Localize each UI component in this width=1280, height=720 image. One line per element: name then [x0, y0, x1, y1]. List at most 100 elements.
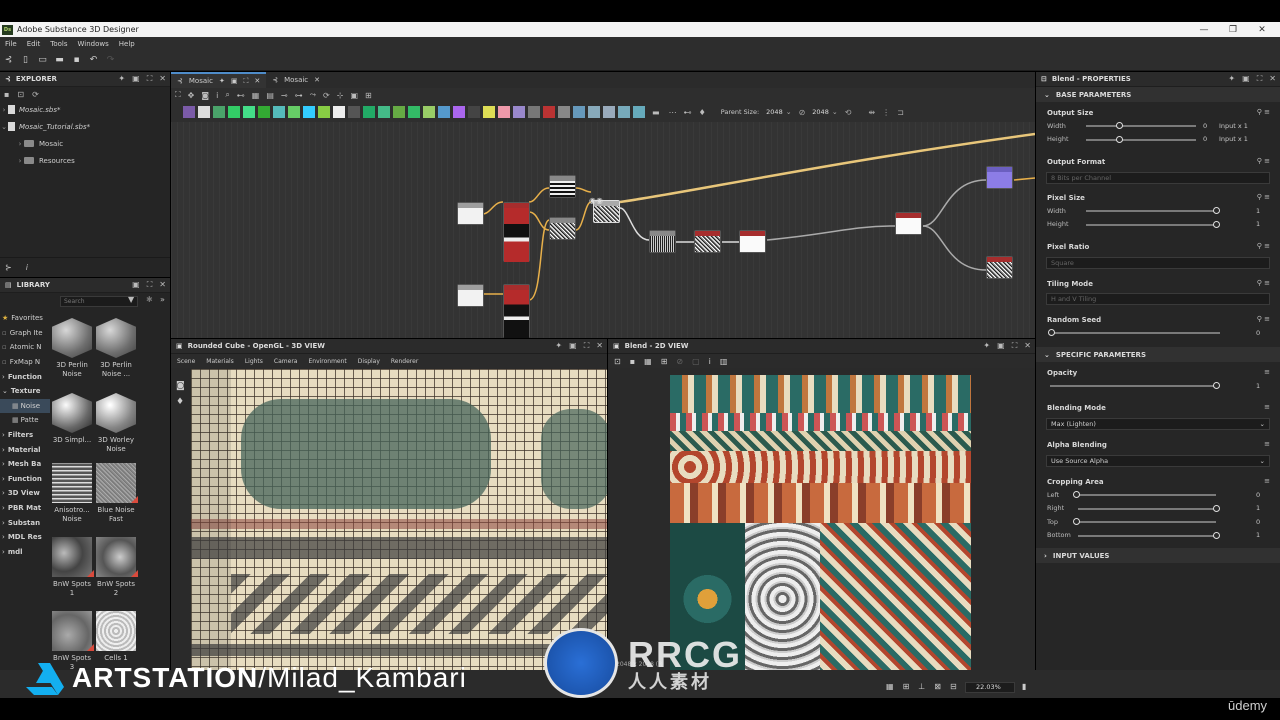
opacity-value[interactable]: 1 [1256, 382, 1260, 390]
close-icon[interactable]: ✕ [254, 77, 260, 85]
graph-node-noise-1[interactable] [549, 175, 576, 198]
bitmap-icon[interactable] [603, 106, 615, 118]
tab-mosaic-graph[interactable]: ⊰ Mosaic ✦ ▣ ⛶ ✕ [171, 72, 267, 88]
close-icon[interactable]: ✕ [314, 76, 320, 84]
levels-icon[interactable] [288, 106, 300, 118]
output-size-dropdown[interactable]: 2048 [812, 108, 829, 116]
menu-materials[interactable]: Materials [206, 358, 234, 365]
tile-icon[interactable] [348, 106, 360, 118]
uniform-color-icon[interactable] [198, 106, 210, 118]
crop-top-value[interactable]: 0 [1256, 518, 1260, 526]
pixel-width-knob[interactable] [1213, 207, 1220, 214]
channel-icon[interactable] [528, 106, 540, 118]
category-function-nodes[interactable]: › Function [0, 369, 50, 384]
camera-icon[interactable]: ◙ [176, 381, 191, 391]
category-patterns[interactable]: ▦ Patte [0, 413, 50, 428]
fit-icon[interactable]: ⊡ [614, 357, 621, 366]
mask-icon[interactable] [438, 106, 450, 118]
random-seed-value[interactable]: 0 [1256, 329, 1260, 337]
menu-lights[interactable]: Lights [245, 358, 263, 365]
snap-icon[interactable]: ⊹ [337, 91, 344, 100]
chevron-right-icon[interactable]: › [16, 140, 24, 148]
pixel-width-value[interactable]: 1 [1256, 207, 1260, 215]
hierarchy-icon[interactable]: ⊱ [5, 263, 12, 272]
graph-node-noise-3[interactable] [649, 230, 676, 253]
reset-icon[interactable]: ⟲ [845, 108, 852, 117]
link-icon[interactable]: ⊘ [799, 108, 806, 117]
menu-renderer[interactable]: Renderer [391, 358, 418, 365]
zoom-field[interactable]: 22.03% [965, 682, 1015, 693]
graph-node-red-noise[interactable] [694, 230, 721, 253]
frame-icon[interactable] [558, 106, 570, 118]
align-icon[interactable]: ⊸ [281, 91, 288, 100]
crop-top-slider[interactable] [1078, 521, 1216, 523]
float-icon[interactable]: ▣ [132, 280, 140, 290]
expand-icon[interactable]: ⛶ [147, 74, 153, 84]
graph-node-purple[interactable] [986, 166, 1013, 189]
float-icon[interactable]: ▣ [997, 341, 1005, 351]
link-icon[interactable]: ⊷ [237, 91, 245, 100]
menu-icon[interactable]: ≡ [1264, 368, 1270, 376]
shape-icon[interactable] [318, 106, 330, 118]
lock-icon[interactable]: ▮ [1022, 682, 1026, 691]
pin-icon[interactable]: ⚲ ≡ [1257, 157, 1270, 165]
pixel-width-slider[interactable] [1086, 210, 1216, 212]
axes-icon[interactable]: ⊥ [918, 682, 925, 691]
mic-icon[interactable]: ♦ [699, 108, 706, 117]
crop-left-slider[interactable] [1078, 494, 1216, 496]
category-favorites[interactable]: ★ Favorites [0, 311, 50, 326]
library-item-bnw-spots-2[interactable]: BnW Spots 2 [94, 537, 138, 609]
pin-icon[interactable]: ⚲ ≡ [1257, 242, 1270, 250]
float-icon[interactable]: ▣ [132, 74, 140, 84]
zoom-out-icon[interactable]: ⊟ [950, 682, 957, 691]
channels-icon[interactable]: ⊞ [661, 357, 668, 366]
crop-bottom-knob[interactable] [1213, 531, 1220, 539]
pin-node-icon[interactable]: ⊷ [684, 108, 692, 117]
view2d-texture[interactable] [670, 375, 971, 675]
filter-icon[interactable]: ▼ [128, 295, 134, 304]
close-icon[interactable]: ✕ [1024, 341, 1031, 351]
pixel-height-knob[interactable] [1213, 220, 1220, 228]
expand-icon[interactable]: ⛶ [584, 341, 590, 351]
svg-icon[interactable] [588, 106, 600, 118]
new-package-icon[interactable]: ⊡ [17, 90, 24, 99]
pin-icon[interactable]: ✦ [118, 74, 125, 84]
pin-icon[interactable]: ⚲ ≡ [1257, 315, 1270, 323]
undo-icon[interactable]: ↶ [89, 56, 98, 65]
move-icon[interactable]: ✥ [188, 91, 195, 100]
tree-item-resources[interactable]: › Resources [0, 152, 170, 169]
histogram-icon[interactable]: ▥ [720, 357, 728, 366]
library-item-3d-perlin-noise[interactable]: 3D Perlin Noise [50, 318, 94, 390]
pixel-icon[interactable] [378, 106, 390, 118]
close-icon[interactable]: ✕ [159, 74, 166, 84]
zoom-icon[interactable]: ⊘ [676, 357, 683, 366]
menu-windows[interactable]: Windows [73, 40, 114, 48]
save-icon[interactable]: ▪ [630, 357, 635, 366]
crop-right-value[interactable]: 1 [1256, 504, 1260, 512]
emboss-icon[interactable] [423, 106, 435, 118]
close-window-icon[interactable]: ✕ [1248, 22, 1276, 37]
height-mode[interactable]: Input x 1 [1219, 135, 1248, 143]
flow-icon[interactable]: ⤳ [310, 90, 316, 100]
comment-icon[interactable]: ▬ [652, 108, 660, 117]
category-substance-model[interactable]: › Substan [0, 515, 50, 530]
menu-display[interactable]: Display [358, 358, 380, 365]
category-mesh-bakers[interactable]: › Mesh Ba [0, 457, 50, 472]
chevron-right-icon[interactable]: › [16, 157, 24, 165]
save-icon[interactable]: ▪ [72, 56, 81, 65]
chevron-right-icon[interactable]: » [160, 295, 165, 304]
gradient-icon[interactable] [243, 106, 255, 118]
tiling-mode-dropdown[interactable]: H and V Tiling [1046, 293, 1270, 305]
category-atomic-nodes[interactable]: ▫ Atomic N [0, 340, 50, 355]
expand-icon[interactable]: ⛶ [243, 77, 248, 86]
library-item-anisotropic-noise[interactable]: Anisotro... Noise [50, 463, 94, 535]
height-value[interactable]: 0 [1203, 135, 1207, 143]
close-icon[interactable]: ✕ [596, 341, 603, 351]
float-icon[interactable]: ▣ [1242, 74, 1250, 84]
library-item-3d-perlin-noise-fractal[interactable]: 3D Perlin Noise ... [94, 318, 138, 390]
graph-node-uniform-2[interactable] [457, 284, 484, 307]
tab-mosaic-graph-2[interactable]: ⊰ Mosaic ✕ [266, 72, 326, 88]
graph-node-red-white[interactable] [739, 230, 766, 253]
random-seed-knob[interactable] [1048, 329, 1055, 336]
curve-icon[interactable] [408, 106, 420, 118]
